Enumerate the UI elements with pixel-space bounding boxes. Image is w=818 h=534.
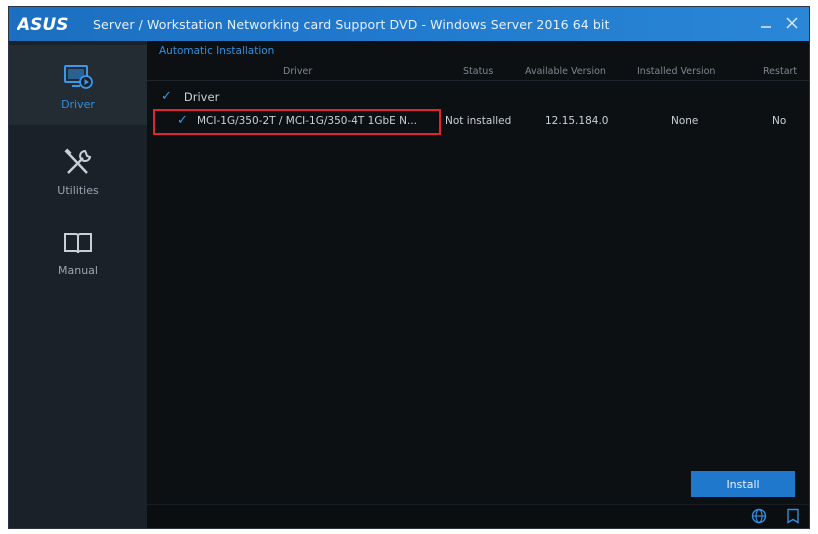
column-available-version: Available Version — [525, 66, 606, 77]
bookmark-icon[interactable] — [785, 508, 801, 524]
asus-logo: ASUS — [17, 14, 79, 34]
column-restart: Restart — [763, 66, 798, 77]
sidebar-item-label: Utilities — [57, 183, 99, 197]
column-status: Status — [463, 66, 494, 77]
driver-monitor-icon — [64, 64, 93, 89]
driver-group-label: Driver — [183, 89, 220, 104]
tools-icon — [64, 147, 92, 174]
sidebar-item-driver[interactable]: Driver — [9, 45, 147, 125]
minimize-icon[interactable] — [755, 12, 777, 34]
driver-installed-version: None — [671, 115, 699, 127]
driver-row-checkbox[interactable]: ✓ — [177, 113, 188, 128]
sidebar-item-utilities[interactable]: Utilities — [9, 131, 147, 211]
driver-name: MCI-1G/350-2T / MCI-1G/350-4T 1GbE N... — [197, 115, 417, 127]
driver-restart: No — [772, 115, 787, 127]
install-button[interactable]: Install — [691, 471, 795, 497]
sidebar-item-label: Manual — [58, 263, 98, 277]
main-panel: Automatic Installation Driver Status Ava… — [147, 41, 809, 528]
globe-icon[interactable] — [751, 508, 767, 524]
close-icon[interactable] — [781, 12, 803, 34]
sidebar: Driver Utilities Manual — [9, 41, 147, 528]
footer-bar — [147, 504, 809, 528]
column-installed-version: Installed Version — [637, 66, 716, 77]
window-title: Server / Workstation Networking card Sup… — [93, 16, 610, 32]
table-header: Driver Status Available Version Installe… — [147, 63, 809, 81]
app-window: ASUS Server / Workstation Networking car… — [8, 6, 810, 529]
sidebar-item-label: Driver — [61, 97, 95, 111]
column-driver: Driver — [283, 66, 313, 77]
driver-available-version: 12.15.184.0 — [545, 115, 609, 127]
sidebar-item-manual[interactable]: Manual — [9, 211, 147, 291]
title-bar: ASUS Server / Workstation Networking car… — [9, 7, 809, 41]
asus-logo-text: ASUS — [17, 15, 68, 33]
table-row[interactable]: ✓ MCI-1G/350-2T / MCI-1G/350-4T 1GbE N..… — [147, 109, 809, 135]
driver-group-checkbox[interactable]: ✓ — [161, 89, 172, 104]
driver-group-row: ✓ Driver — [161, 89, 219, 104]
book-icon — [64, 232, 92, 253]
driver-status: Not installed — [445, 115, 512, 127]
section-title: Automatic Installation — [159, 45, 275, 57]
